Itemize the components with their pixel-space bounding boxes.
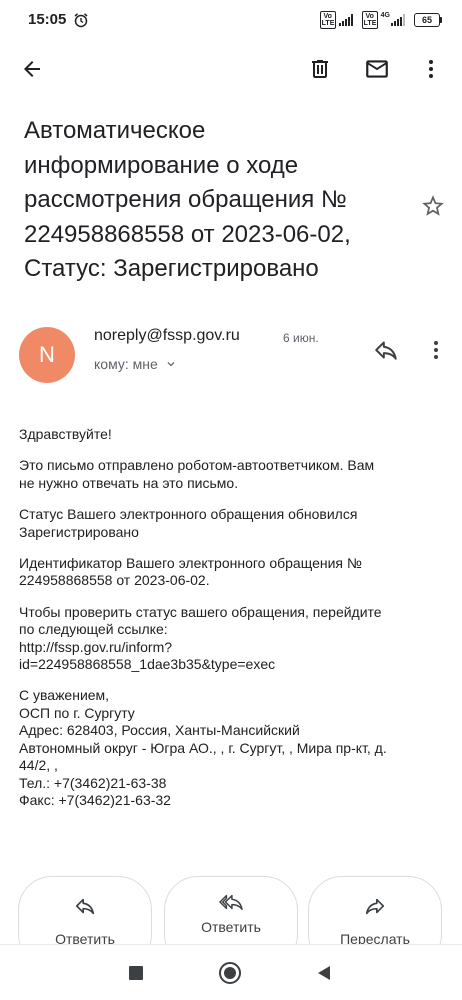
reply-icon-button[interactable]: [366, 330, 406, 370]
alarm-icon: [74, 13, 88, 28]
chevron-down-icon: [167, 362, 175, 367]
body-line: Автономный округ - Югра АО., , г. Сургут…: [19, 739, 387, 756]
mark-unread-button[interactable]: [357, 49, 397, 89]
body-line: Статус Вашего электронного обращения обн…: [19, 506, 358, 523]
body-line: Это письмо отправлено роботом-автоответч…: [19, 457, 375, 474]
avatar[interactable]: N: [19, 327, 75, 383]
more-vert-icon: [429, 60, 433, 78]
body-line: ОСП по г. Сургуту: [19, 704, 135, 721]
volte-badge-2: Vo LTE: [361, 11, 378, 29]
delete-button[interactable]: [300, 49, 340, 89]
app-bar: [0, 40, 462, 100]
volte-badge: Vo LTE: [319, 11, 336, 29]
network-type: 4G: [380, 11, 390, 19]
body-line: Чтобы проверить статус вашего обращения,…: [19, 603, 382, 620]
email-subject: Автоматическое информирование о ходе рас…: [24, 117, 351, 282]
trash-icon: [312, 60, 328, 78]
email-date: 6 июн.: [283, 331, 319, 345]
recipient-label: кому: мне: [94, 356, 158, 372]
body-line: не нужно отвечать на это письмо.: [19, 474, 239, 491]
signal-icon-2: [391, 14, 405, 26]
body-line: С уважением,: [19, 687, 110, 704]
recents-button[interactable]: [122, 959, 150, 987]
body-line[interactable]: http://fssp.gov.ru/inform?: [19, 639, 172, 655]
message-more-button[interactable]: [416, 330, 456, 370]
reply-icon: [375, 341, 397, 360]
action-buttons: Ответить Ответить Переслать: [0, 876, 462, 968]
signal-icon: [338, 14, 353, 26]
body-line: Здравствуйте!: [19, 426, 112, 442]
battery-icon: 65: [414, 13, 442, 27]
reply-icon: [75, 898, 95, 915]
body-paragraph: Статус Вашего электронного обращения обн…: [19, 506, 449, 541]
circle-icon: [219, 962, 241, 984]
body-line: Зарегистрировано: [19, 523, 139, 540]
body-line: Тел.: +7(3462)21-63-38: [19, 774, 167, 791]
body-line: Факс: +7(3462)21-63-32: [19, 791, 171, 808]
body-line[interactable]: id=224958868558_1dae3b35&type=exec: [19, 656, 275, 672]
body-line: Идентификатор Вашего электронного обраще…: [19, 555, 362, 572]
email-body: Здравствуйте! Это письмо отправлено робот…: [19, 426, 449, 823]
star-button[interactable]: [413, 186, 453, 226]
back-button[interactable]: [12, 49, 52, 89]
square-icon: [129, 966, 143, 980]
reply-all-label: Ответить: [201, 919, 261, 935]
body-paragraph: Идентификатор Вашего электронного обраще…: [19, 555, 449, 590]
body-line: 224958868558 от 2023-06-02.: [19, 572, 210, 589]
status-time: 15:05: [28, 11, 67, 28]
body-paragraph: С уважением, ОСП по г. Сургуту Адрес: 6284…: [19, 687, 449, 809]
sender-address: noreply@fssp.gov.ru: [94, 327, 240, 344]
home-button[interactable]: [216, 959, 244, 987]
status-icons: Vo LTE Vo LTE 4G 65: [319, 10, 442, 30]
more-options-button[interactable]: [411, 49, 451, 89]
navigation-bar: [0, 944, 462, 1000]
body-line: 44/2, ,: [19, 757, 58, 774]
body-line: по следующей ссылке:: [19, 621, 168, 638]
star-outline-icon: [422, 195, 444, 216]
system-back-button[interactable]: [310, 959, 338, 987]
body-paragraph: Здравствуйте!: [19, 426, 449, 443]
screen: 15:05 Vo LTE Vo LTE 4G 65 Автоматическое…: [0, 0, 462, 1000]
body-paragraph: Чтобы проверить статус вашего обращения,…: [19, 604, 449, 674]
triangle-back-icon: [318, 966, 330, 980]
body-paragraph: Это письмо отправлено роботом-автоответч…: [19, 457, 449, 492]
arrow-back-icon: [24, 61, 40, 77]
body-line: Адрес: 628403, Россия, Ханты-Мансийский: [19, 722, 300, 739]
mail-icon: [366, 60, 388, 78]
recipient-toggle[interactable]: кому: мне: [94, 356, 178, 372]
more-vert-icon: [434, 341, 438, 359]
forward-icon: [365, 898, 385, 915]
reply-all-icon: [219, 894, 243, 911]
status-bar: 15:05 Vo LTE Vo LTE 4G 65: [0, 0, 462, 40]
